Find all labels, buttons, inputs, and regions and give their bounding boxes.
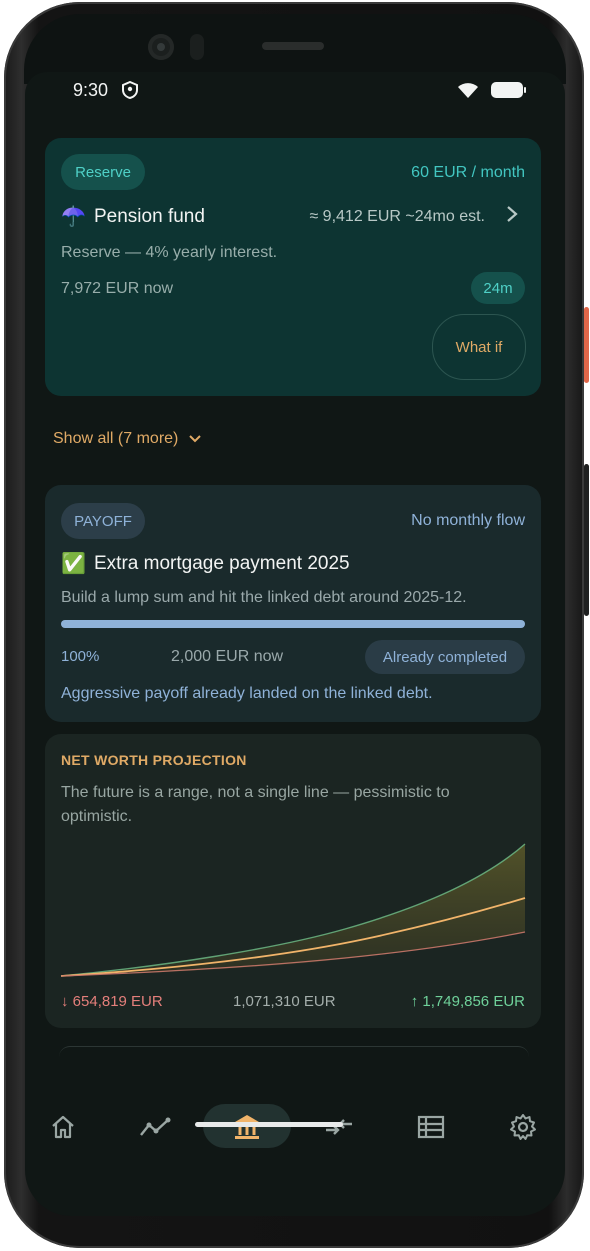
nav-home[interactable] (40, 1104, 86, 1150)
monthly-flow: No monthly flow (411, 512, 525, 529)
nav-transfers[interactable] (316, 1104, 362, 1150)
nav-settings[interactable] (500, 1104, 546, 1150)
next-card-edge (59, 1046, 529, 1057)
show-all-link[interactable]: Show all (7 more) (53, 430, 202, 448)
term-badge: 24m (471, 272, 525, 304)
optimistic-value: ↑ 1,749,856 EUR (410, 993, 525, 1010)
settings-icon (510, 1114, 536, 1140)
nav-bank[interactable] (224, 1104, 270, 1150)
net-worth-heading: NET WORTH PROJECTION (61, 752, 247, 768)
goal-estimate: ≈ 9,412 EUR ~24mo est. (309, 208, 485, 225)
bottom-navigation (25, 1092, 565, 1162)
volume-button (584, 464, 589, 616)
nav-list[interactable] (408, 1104, 454, 1150)
reserve-goal-card[interactable]: Reserve 60 EUR / month ☂️ Pension fund ≈… (45, 138, 541, 396)
battery-icon (491, 82, 526, 98)
current-balance: 2,000 EUR now (171, 648, 284, 665)
shield-icon (122, 80, 138, 104)
progress-fill (61, 620, 525, 628)
home-icon (52, 1115, 74, 1139)
sensor (190, 34, 204, 60)
transfer-icon (326, 1119, 352, 1135)
net-worth-description: The future is a range, not a single line… (61, 784, 450, 801)
payoff-note: Aggressive payoff already landed on the … (61, 685, 433, 702)
chevron-right-icon[interactable] (505, 204, 519, 229)
nav-trends[interactable] (132, 1104, 178, 1150)
status-badge: Already completed (365, 640, 525, 674)
expected-value: 1,071,310 EUR (233, 993, 336, 1010)
reserve-badge: Reserve (61, 154, 145, 190)
list-icon (417, 1115, 445, 1139)
goal-title: Pension fund (94, 206, 205, 227)
front-camera (148, 34, 174, 60)
payoff-goal-card[interactable]: PAYOFF No monthly flow ✅ Extra mortgage … (45, 485, 541, 722)
bank-icon (235, 1115, 259, 1139)
wifi-icon (457, 82, 479, 103)
show-all-label: Show all (7 more) (53, 430, 179, 447)
goal-description: Build a lump sum and hit the linked debt… (61, 589, 467, 606)
status-bar: 9:30 (25, 72, 565, 108)
current-balance: 7,972 EUR now (61, 280, 174, 297)
pessimistic-value: ↓ 654,819 EUR (61, 993, 163, 1010)
projection-chart (60, 843, 526, 977)
home-indicator[interactable] (195, 1122, 343, 1127)
optimistic-band (61, 844, 525, 976)
status-time: 9:30 (73, 80, 109, 100)
goal-description: Reserve — 4% yearly interest. (61, 244, 278, 261)
payoff-badge: PAYOFF (61, 503, 145, 539)
check-icon: ✅ (61, 553, 86, 575)
chevron-down-icon (188, 434, 202, 444)
progress-percent: 100% (61, 648, 100, 665)
monthly-amount: 60 EUR / month (411, 164, 525, 181)
net-worth-description-2: optimistic. (61, 808, 133, 825)
net-worth-card: NET WORTH PROJECTION The future is a ran… (45, 734, 541, 1028)
what-if-button[interactable]: What if (432, 314, 526, 380)
trend-icon (140, 1117, 171, 1136)
app-screen: 9:30 Reserve 60 EUR / month ☂️ Pension f… (25, 72, 565, 1216)
umbrella-icon: ☂️ (61, 206, 86, 228)
speaker (262, 42, 324, 50)
progress-track (61, 620, 525, 628)
goal-title: Extra mortgage payment 2025 (94, 553, 350, 574)
power-button (584, 307, 589, 383)
